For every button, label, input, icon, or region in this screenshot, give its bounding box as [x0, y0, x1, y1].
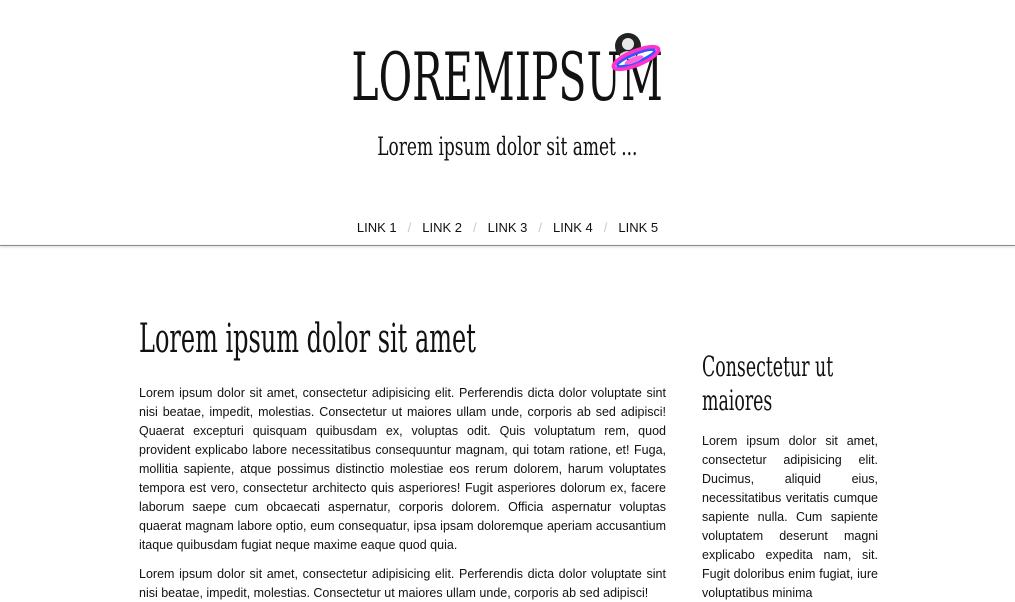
nav-link-1[interactable]: LINK 1 — [355, 219, 399, 237]
site-tagline: Lorem ipsum dolor sit amet ... — [0, 130, 1015, 164]
main-article: Lorem ipsum dolor sit amet Lorem ipsum d… — [139, 316, 666, 602]
logo-wrap: LOREMIPSUM — [0, 38, 1015, 118]
header-divider — [0, 245, 1015, 246]
article-paragraph-1: Lorem ipsum dolor sit amet, consectetur … — [139, 386, 666, 552]
site-header: LOREMIPSUM Lorem ipsum dolor sit amet ..… — [0, 0, 1015, 246]
logo-planet-portrait-icon — [611, 33, 661, 72]
page: LOREMIPSUM Lorem ipsum dolor sit amet ..… — [0, 0, 1015, 602]
sidebar-text: Lorem ipsum dolor sit amet, consectetur … — [702, 434, 878, 600]
nav-separator: / — [603, 220, 608, 235]
nav-link-4[interactable]: LINK 4 — [551, 219, 595, 237]
nav-separator: / — [407, 220, 412, 235]
sidebar-title: Consectetur ut maiores — [702, 350, 834, 417]
sidebar: Consectetur ut maiores Lorem ipsum dolor… — [702, 350, 878, 602]
nav-link-2[interactable]: LINK 2 — [420, 219, 464, 237]
nav-link-5[interactable]: LINK 5 — [616, 219, 660, 237]
article-paragraph-2: Lorem ipsum dolor sit amet, consectetur … — [139, 567, 666, 600]
main-nav: LINK 1 / LINK 2 / LINK 3 / LINK 4 / LINK 5 — [0, 219, 1015, 237]
article-title: Lorem ipsum dolor sit amet — [139, 316, 476, 362]
nav-link-3[interactable]: LINK 3 — [486, 219, 530, 237]
nav-separator: / — [473, 220, 477, 235]
tagline-text: Lorem ipsum dolor sit amet ... — [377, 132, 638, 161]
nav-separator: / — [538, 220, 542, 235]
